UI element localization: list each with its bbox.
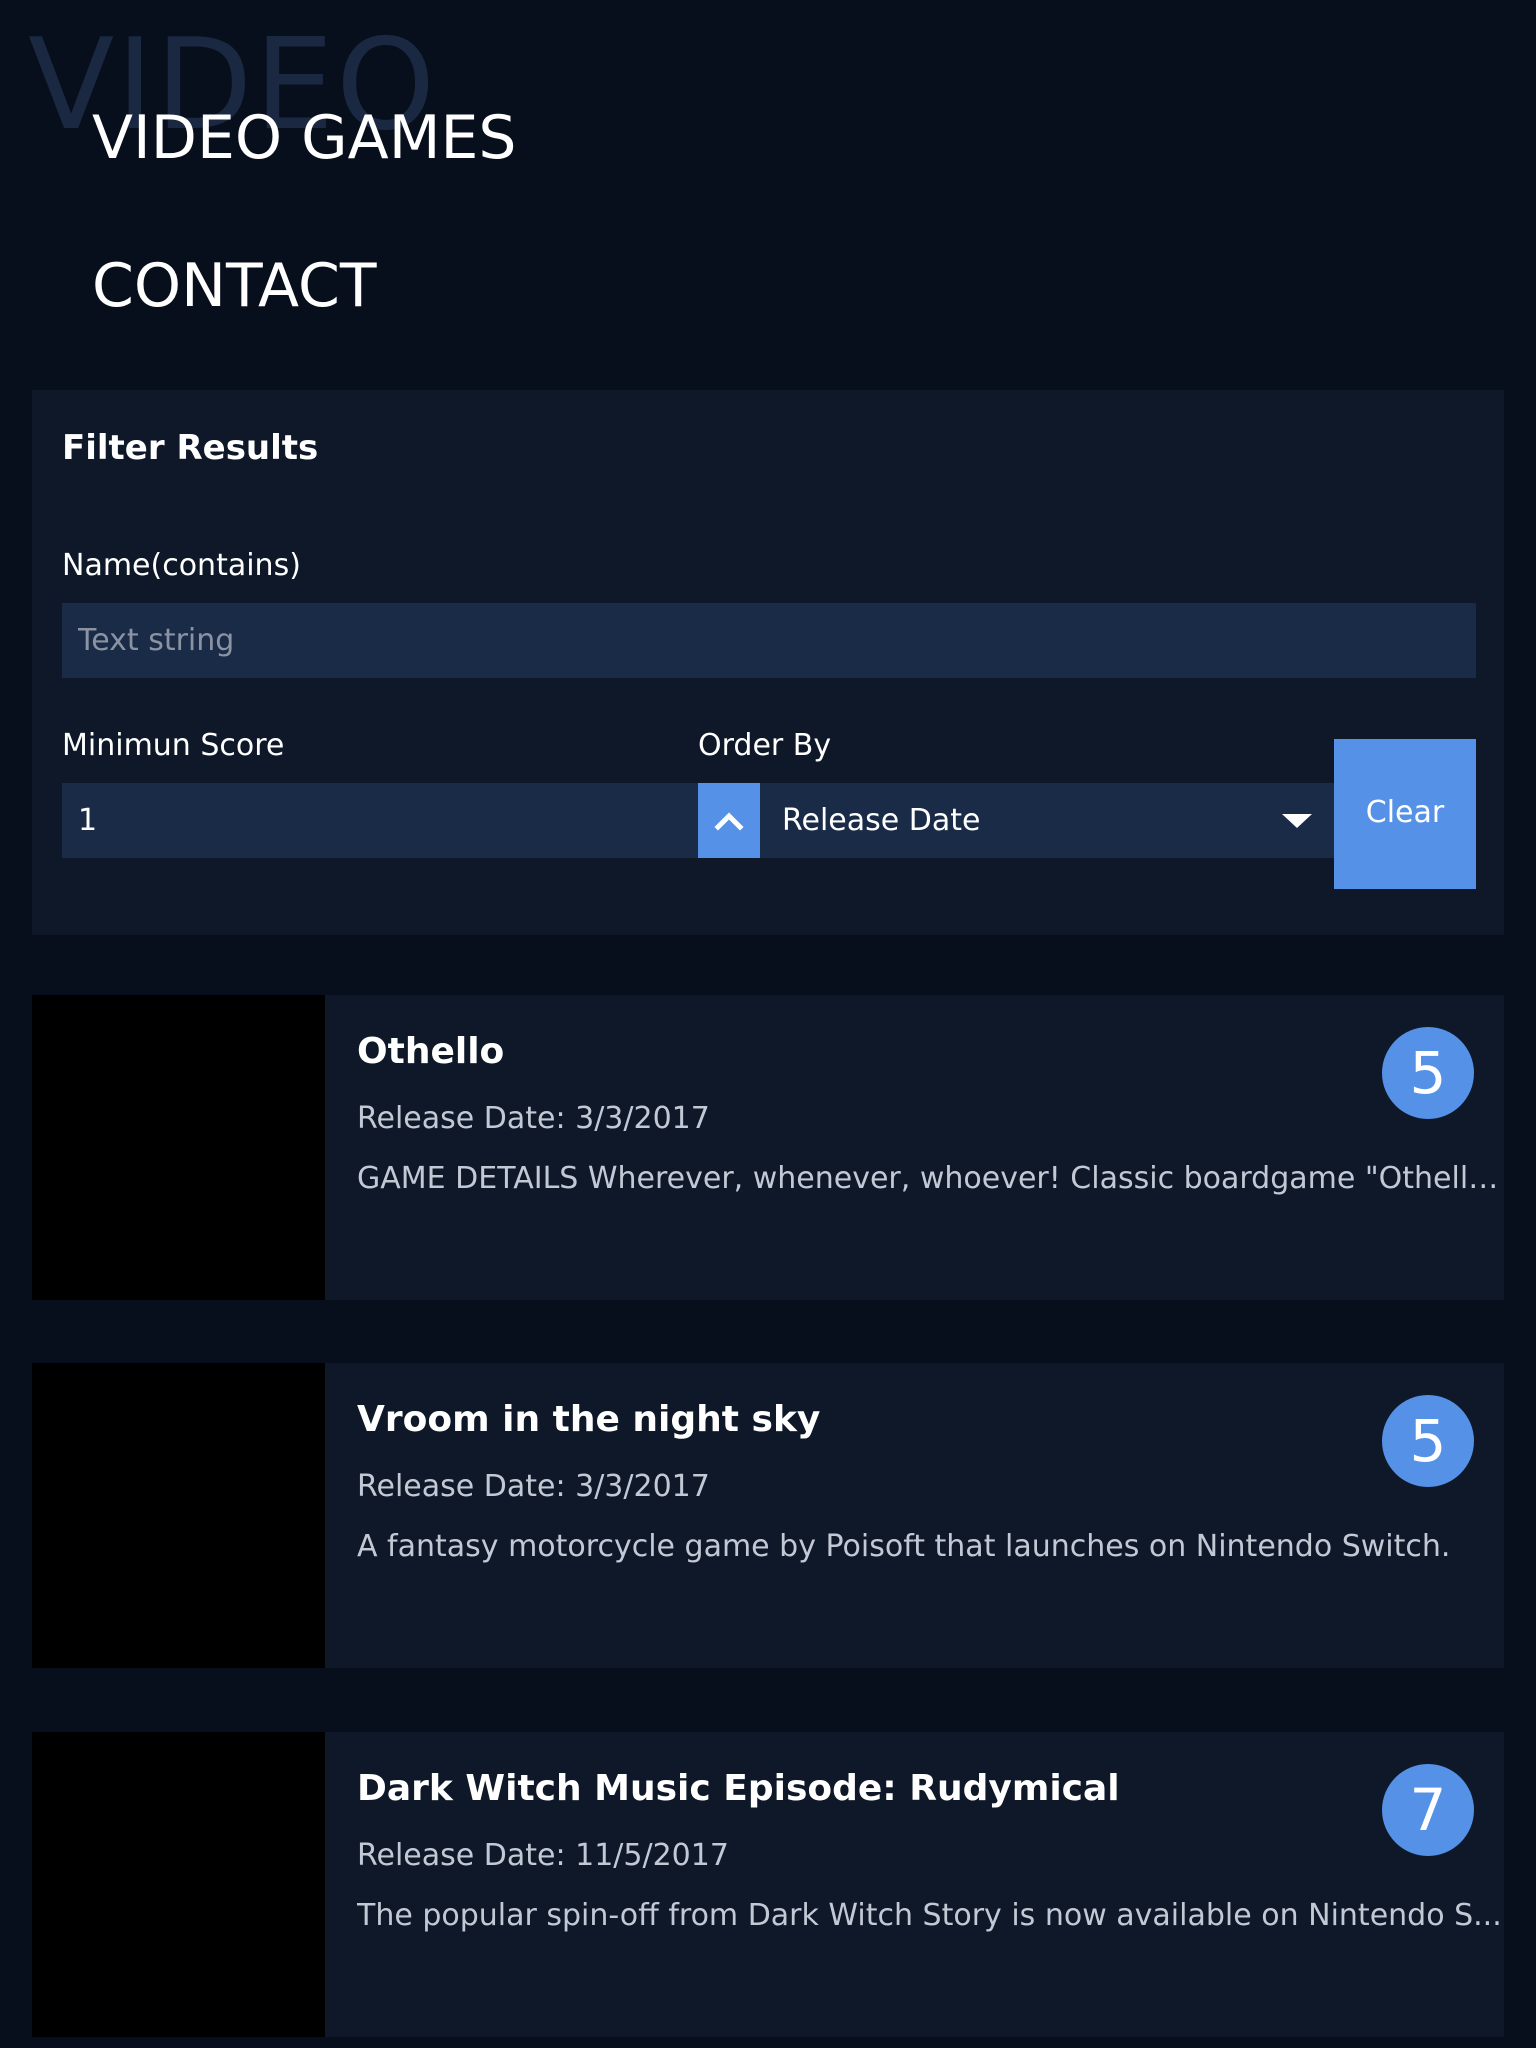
game-thumbnail <box>32 1363 325 1668</box>
site-header: VIDEO VIDEO GAMES CONTACT <box>0 0 1536 390</box>
order-by-select[interactable]: Release Date <box>760 783 1334 858</box>
name-filter-label: Name(contains) <box>62 548 301 583</box>
game-title: Othello <box>357 1031 505 1072</box>
nav-link-video-games[interactable]: VIDEO GAMES <box>92 108 516 168</box>
order-by-label: Order By <box>698 728 832 763</box>
game-thumbnail <box>32 1732 325 2037</box>
score-badge: 5 <box>1382 1027 1474 1119</box>
game-release-date: Release Date: 11/5/2017 <box>357 1838 729 1873</box>
game-card[interactable]: Othello Release Date: 3/3/2017 GAME DETA… <box>32 995 1507 1300</box>
clear-button[interactable]: Clear <box>1334 739 1476 889</box>
score-badge: 7 <box>1382 1764 1474 1856</box>
score-badge: 5 <box>1382 1395 1474 1487</box>
chevron-up-icon <box>714 811 744 831</box>
game-card[interactable]: Vroom in the night sky Release Date: 3/3… <box>32 1363 1504 1668</box>
game-title: Dark Witch Music Episode: Rudymical <box>357 1768 1120 1809</box>
filter-title: Filter Results <box>62 428 319 468</box>
order-by-selected-value: Release Date <box>782 803 981 838</box>
game-description: A fantasy motorcycle game by Poisoft tha… <box>357 1529 1451 1564</box>
name-filter-input[interactable] <box>62 603 1476 678</box>
nav-link-contact[interactable]: CONTACT <box>92 256 377 316</box>
min-score-label: Minimun Score <box>62 728 285 763</box>
game-card[interactable]: Dark Witch Music Episode: Rudymical Rele… <box>32 1732 1504 2037</box>
game-description: GAME DETAILS Wherever, whenever, whoever… <box>357 1161 1507 1196</box>
game-release-date: Release Date: 3/3/2017 <box>357 1469 710 1504</box>
game-thumbnail <box>32 995 325 1300</box>
game-title: Vroom in the night sky <box>357 1399 821 1440</box>
caret-down-icon <box>1282 813 1312 828</box>
game-description: The popular spin-off from Dark Witch Sto… <box>357 1898 1502 1933</box>
sort-direction-button[interactable] <box>698 783 760 858</box>
filter-panel: Filter Results Name(contains) Minimun Sc… <box>32 390 1504 935</box>
min-score-input[interactable] <box>62 783 698 858</box>
game-release-date: Release Date: 3/3/2017 <box>357 1101 710 1136</box>
